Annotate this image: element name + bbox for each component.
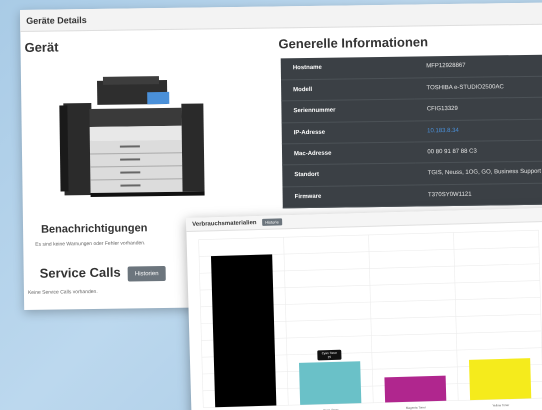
info-key: Mac-Adresse [281,141,416,166]
info-value: T370SY0W1121 [415,182,542,206]
panel-title: Geräte Details [20,2,542,32]
consumables-heading: Verbrauchsmaterialien [192,220,257,228]
info-key: Hostname [280,56,415,80]
consumables-panel: Verbrauchsmaterialien Historie Black Ton… [186,207,542,410]
service-calls-heading: Service Calls [39,264,121,281]
bar-black-toner[interactable] [210,254,277,408]
info-value: CFIG13329 [414,96,542,121]
info-row: Firmware T370SY0W1121 [282,182,542,208]
tooltip-value: 25 [328,355,332,359]
info-key: IP-Adresse [281,120,416,144]
info-heading: Generelle Informationen [278,34,429,52]
consumables-history-button[interactable]: Historie [262,218,282,226]
info-table: Hostname MFP12928867 Modell TOSHIBA e-STUDI… [280,54,542,209]
info-value: 00 80 91 87 88 C3 [415,139,542,164]
bar-magenta-toner[interactable] [384,375,447,403]
service-calls-text: Keine Service Calls vorhanden. [27,288,98,296]
consumables-chart: Black TonerCyan TonerMagenta TonerYellow… [198,229,542,410]
ip-address-link[interactable]: 10.183.8.34 [414,118,542,142]
bar-yellow-toner[interactable] [468,358,532,401]
info-value: TOSHIBA e-STUDIO2500AC [414,75,542,100]
notifications-heading: Benachrichtigungen [40,222,148,236]
info-key: Seriennummer [281,99,415,123]
x-tick-label: Magenta Toner [406,405,426,410]
chart-x-labels: Black TonerCyan TonerMagenta TonerYellow… [323,403,509,410]
x-tick-label: Yellow Toner [492,403,509,407]
info-key: Firmware [282,184,417,208]
service-calls-history-button[interactable]: Historien [127,265,166,282]
info-value: MFP12928867 [414,54,542,78]
bar-cyan-toner[interactable] [298,361,362,405]
info-key: Standort [282,163,416,187]
info-key: Modell [280,77,415,102]
chart-tooltip: Cyan Toner25 [317,349,342,361]
info-value: TGIS, Neuss, 1OG, GO, Business Support [415,161,542,185]
notifications-text: Es sind keine Warnungen oder Fehler vorh… [35,240,146,248]
device-heading: Gerät [24,39,59,55]
printer-image [59,76,205,198]
